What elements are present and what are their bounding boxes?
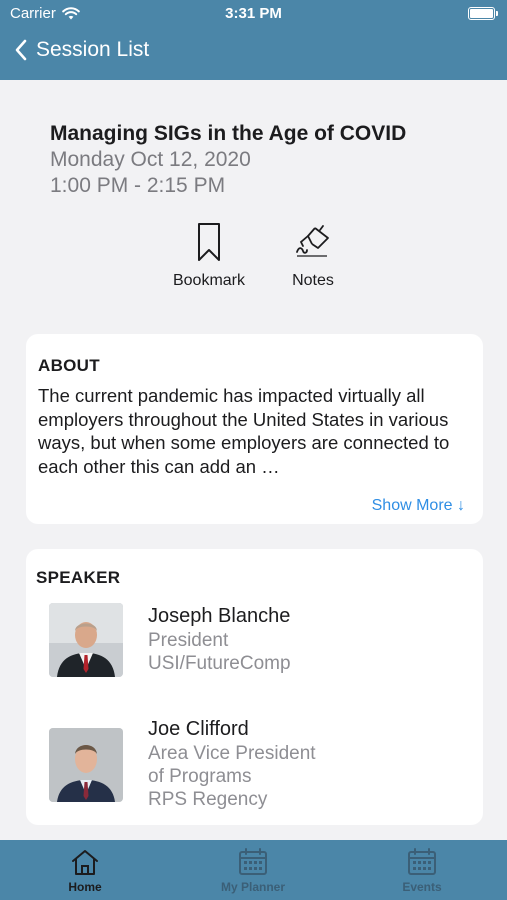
speaker-title-line: President: [148, 630, 229, 651]
speaker-organization: RPS Regency: [148, 789, 268, 810]
calendar-icon: [239, 848, 267, 875]
notes-button[interactable]: Notes: [275, 222, 351, 290]
bookmark-label: Bookmark: [172, 272, 246, 289]
session-date: Monday Oct 12, 2020: [50, 148, 251, 171]
about-text: The current pandemic has impacted virtua…: [38, 385, 450, 477]
tab-label: My Planner: [220, 880, 286, 894]
tab-label: Events: [402, 880, 442, 894]
session-time: 1:00 PM - 2:15 PM: [50, 174, 226, 197]
speaker-organization: USI/FutureComp: [148, 653, 291, 674]
tab-home[interactable]: Home: [25, 848, 145, 894]
show-more-link[interactable]: Show More ↓: [372, 497, 465, 515]
status-bar: Carrier 3:31 PM: [0, 0, 507, 28]
speaker-photo: [49, 728, 123, 802]
speaker-item[interactable]: Joseph Blanche President USI/FutureComp: [49, 603, 469, 683]
speaker-item[interactable]: Joe Clifford Area Vice President of Prog…: [49, 718, 469, 810]
about-card: ABOUT The current pandemic has impacted …: [26, 334, 483, 524]
back-button[interactable]: Session List: [14, 38, 149, 62]
battery-icon: [468, 7, 498, 20]
bookmark-button[interactable]: Bookmark: [169, 222, 249, 290]
notes-label: Notes: [292, 272, 334, 289]
session-actions: Bookmark Notes: [0, 222, 507, 302]
tab-my-planner[interactable]: My Planner: [193, 848, 313, 894]
chevron-left-icon: [15, 39, 27, 61]
status-time: 3:31 PM: [225, 5, 282, 22]
bookmark-icon: [198, 223, 220, 261]
speaker-photo: [49, 603, 123, 677]
notes-writing-icon: [296, 225, 329, 257]
speaker-name: Joe Clifford: [148, 718, 249, 740]
session-header: Managing SIGs in the Age of COVID Monday…: [50, 122, 490, 198]
top-bar: Carrier 3:31 PM Session List: [0, 0, 507, 80]
speaker-title-line: of Programs: [148, 766, 252, 787]
home-icon: [72, 850, 98, 875]
calendar-icon: [408, 848, 436, 875]
about-heading: ABOUT: [38, 356, 100, 375]
tab-bar: Home My Planner Events: [0, 840, 507, 900]
speaker-name: Joseph Blanche: [148, 605, 291, 627]
tab-events[interactable]: Events: [362, 848, 482, 894]
speakers-heading: SPEAKER: [36, 568, 121, 587]
session-title: Managing SIGs in the Age of COVID: [50, 122, 407, 145]
tab-label: Home: [68, 880, 102, 894]
back-label: Session List: [36, 38, 150, 61]
speakers-card: SPEAKER Joseph Blanche President USI/Fut…: [26, 549, 483, 825]
speaker-title-line: Area Vice President: [148, 743, 316, 764]
